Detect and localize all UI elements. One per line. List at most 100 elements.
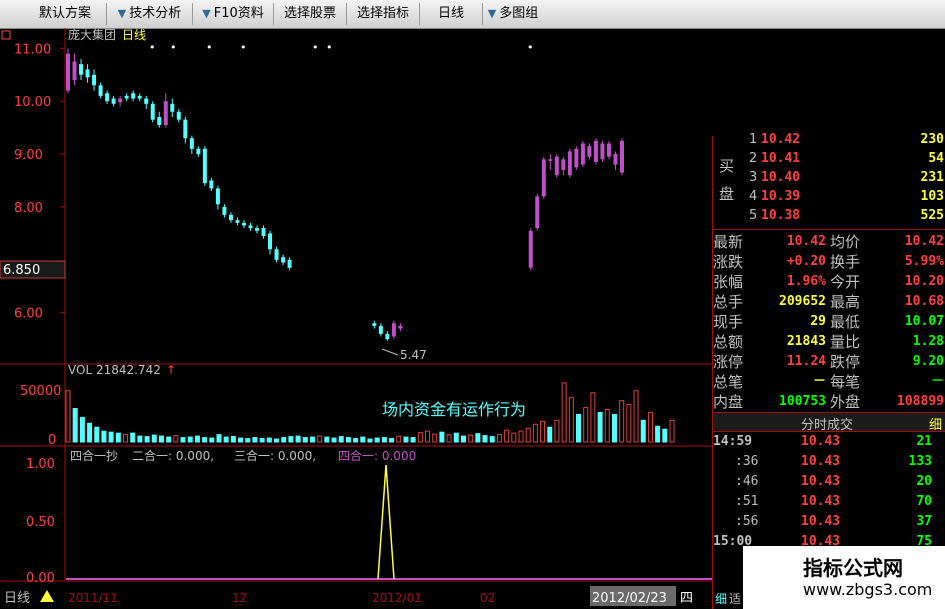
candle-body bbox=[600, 143, 605, 160]
date-label: 2012/01 bbox=[372, 591, 422, 605]
bid-price: 10.39 bbox=[761, 189, 801, 204]
stat-value: 1.96% bbox=[786, 274, 826, 289]
stat-label: 最高 bbox=[830, 293, 861, 311]
volume-bar bbox=[367, 438, 373, 443]
stat-value: 21843 bbox=[786, 334, 826, 349]
toolbar-f10[interactable]: ▼ F10资料 bbox=[193, 3, 274, 25]
tab-detail[interactable]: 细 bbox=[715, 590, 727, 607]
close-icon[interactable] bbox=[1, 30, 11, 40]
volume-bar bbox=[360, 436, 366, 443]
candle-body bbox=[613, 154, 618, 165]
toolbar-default-scheme[interactable]: 默认方案 bbox=[24, 3, 107, 25]
candle-body bbox=[567, 151, 572, 176]
chart-area[interactable]: 庞大集团 日线 11.0010.009.008.006.00 6.850 • • •… bbox=[0, 28, 712, 609]
candle-body bbox=[620, 140, 624, 173]
price-tick-label: 9.00 bbox=[14, 148, 43, 163]
volume-arrow: ↑ bbox=[166, 363, 176, 377]
bid-level: 1 bbox=[749, 132, 758, 147]
divider bbox=[713, 229, 945, 230]
volume-bar bbox=[554, 419, 560, 443]
candle-body bbox=[66, 53, 70, 91]
candle-body bbox=[111, 98, 116, 104]
stat-value: 5.99% bbox=[904, 254, 944, 269]
trade-row: :46 10.43 20 bbox=[713, 472, 945, 492]
stat-label: 换手 bbox=[830, 253, 861, 271]
volume-bar bbox=[432, 433, 438, 443]
stock-period: 日线 bbox=[122, 28, 146, 42]
star-marker: • bbox=[326, 41, 333, 54]
star-marker: • bbox=[527, 41, 534, 54]
volume-bar bbox=[626, 404, 632, 443]
volume-bar bbox=[353, 438, 359, 443]
stat-value: 209652 bbox=[779, 294, 826, 309]
candle-body bbox=[202, 148, 207, 184]
stat-value: 1.28 bbox=[912, 334, 944, 349]
bid-row: 5 10.38 525 bbox=[713, 206, 945, 226]
toolbar-daily[interactable]: 日线 bbox=[420, 3, 483, 25]
candle-body bbox=[385, 333, 390, 340]
toolbar-select-stock[interactable]: 选择股票 bbox=[274, 3, 347, 25]
current-weekday: 四 bbox=[680, 591, 693, 606]
volume-bars bbox=[65, 382, 675, 443]
candle-body bbox=[528, 230, 533, 268]
dropdown-arrow-icon: ▼ bbox=[487, 7, 497, 20]
candle-body bbox=[535, 196, 540, 229]
volume-bar bbox=[482, 435, 488, 443]
volume-bar bbox=[123, 434, 129, 443]
candle-body bbox=[287, 259, 292, 268]
candle-body bbox=[183, 119, 188, 139]
volume-bar bbox=[453, 432, 459, 443]
candle-body bbox=[105, 93, 110, 102]
volume-bar bbox=[202, 437, 208, 443]
trade-volume: 70 bbox=[916, 494, 932, 509]
volume-bar bbox=[187, 436, 193, 443]
dropdown-arrow-icon: ▼ bbox=[202, 7, 211, 20]
tab-other[interactable]: 适 bbox=[729, 590, 741, 607]
stat-value: － bbox=[930, 374, 944, 389]
indicator-tick: 0.50 bbox=[26, 515, 55, 530]
candle-body bbox=[215, 188, 220, 205]
volume-bar bbox=[619, 400, 625, 443]
stat-label: 今开 bbox=[830, 273, 861, 291]
trade-price: 10.43 bbox=[801, 434, 841, 449]
candle-body bbox=[157, 117, 162, 125]
candle-body bbox=[118, 98, 123, 103]
volume-bar bbox=[590, 392, 596, 443]
volume-bar bbox=[475, 433, 481, 443]
candle-body bbox=[580, 143, 585, 165]
indicator-label-main: 四合一抄 bbox=[70, 448, 118, 463]
candle-body bbox=[398, 325, 403, 329]
candle-body bbox=[261, 228, 266, 237]
period-label: 日线 bbox=[4, 591, 30, 606]
volume-bar bbox=[259, 438, 265, 443]
volume-bar bbox=[597, 411, 603, 443]
volume-bar bbox=[87, 422, 93, 443]
current-date: 2012/02/23 bbox=[592, 591, 667, 606]
stat-value: － bbox=[812, 374, 826, 389]
stat-value: 9.20 bbox=[912, 354, 944, 369]
volume-bar bbox=[137, 435, 143, 443]
volume-bar bbox=[396, 435, 402, 443]
stat-row: 最新 10.42 均价 10.42 bbox=[713, 232, 945, 252]
toolbar-select-indicator[interactable]: 选择指标 bbox=[347, 3, 420, 25]
stat-value: 10.20 bbox=[904, 274, 944, 289]
candle-body bbox=[124, 95, 129, 99]
volume-bar bbox=[568, 397, 574, 443]
candle-body bbox=[209, 180, 214, 189]
candle-body bbox=[561, 159, 566, 170]
toolbar-technical-analysis[interactable]: ▼ 技术分析 bbox=[107, 3, 193, 25]
stat-label: 最低 bbox=[830, 313, 861, 331]
volume-bar bbox=[65, 390, 71, 443]
volume-bar bbox=[439, 431, 445, 443]
ticks-detail-tab[interactable]: 细 bbox=[929, 414, 942, 433]
stat-label: 现手 bbox=[713, 313, 744, 331]
volume-bar bbox=[331, 437, 337, 443]
toolbar-multi-chart[interactable]: ▼ 多图组 bbox=[483, 3, 543, 25]
stat-label: 总额 bbox=[713, 333, 744, 351]
candle-body bbox=[228, 214, 233, 221]
price-tick-label: 6.00 bbox=[14, 307, 43, 322]
stat-value: 29 bbox=[810, 314, 826, 329]
candle-body bbox=[606, 143, 611, 157]
low-annotation-line bbox=[381, 348, 399, 356]
trade-row: :36 10.43 133 bbox=[713, 452, 945, 472]
